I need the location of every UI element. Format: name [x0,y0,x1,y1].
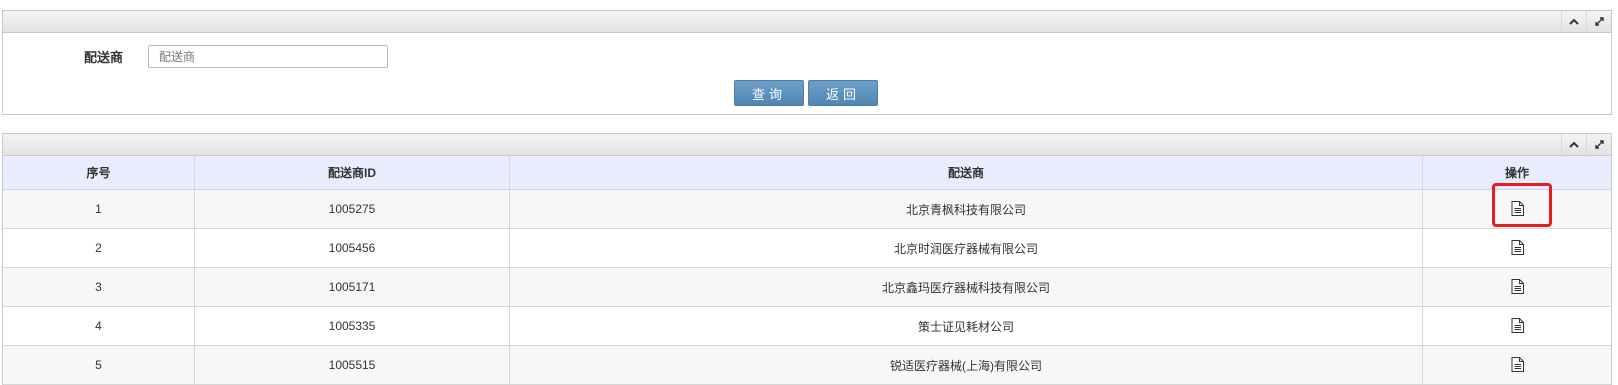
cell-action [1422,189,1611,229]
cell-seq: 2 [3,228,195,268]
table-row[interactable]: 4 1005335 策士证见耗材公司 [3,306,1611,346]
search-panel-header [3,11,1611,33]
distributor-table: 序号 配送商ID 配送商 操作 1 1005275 北京青枫科技有限公司 2 1… [3,156,1611,385]
cell-name: 策士证见耗材公司 [509,306,1423,346]
results-panel-header [3,134,1611,156]
distributor-label: 配送商 [84,50,124,65]
document-icon[interactable] [1511,201,1524,219]
cell-name: 北京鑫玛医疗器械科技有限公司 [509,267,1423,307]
document-icon[interactable] [1511,357,1524,375]
column-header-action[interactable]: 操作 [1422,156,1611,190]
cell-name: 北京时润医疗器械有限公司 [509,228,1423,268]
back-button[interactable]: 返回 [808,80,878,106]
cell-seq: 1 [3,189,195,229]
cell-name: 北京青枫科技有限公司 [509,189,1423,229]
results-panel: 序号 配送商ID 配送商 操作 1 1005275 北京青枫科技有限公司 2 1… [2,133,1612,385]
cell-seq: 4 [3,306,195,346]
table-row[interactable]: 2 1005456 北京时润医疗器械有限公司 [3,228,1611,268]
expand-icon[interactable] [1586,134,1611,155]
panel-tools [1561,134,1611,155]
cell-action [1422,267,1611,307]
column-header-seq[interactable]: 序号 [3,156,195,190]
column-header-name[interactable]: 配送商 [509,156,1423,190]
cell-seq: 5 [3,345,195,385]
cell-id: 1005456 [194,228,510,268]
collapse-icon[interactable] [1561,11,1586,32]
table-row[interactable]: 5 1005515 锐适医疗器械(上海)有限公司 [3,345,1611,385]
document-icon[interactable] [1511,318,1524,336]
cell-id: 1005275 [194,189,510,229]
document-icon[interactable] [1511,240,1524,258]
document-icon[interactable] [1511,279,1524,297]
cell-name: 锐适医疗器械(上海)有限公司 [509,345,1423,385]
query-button[interactable]: 查询 [734,80,804,106]
panel-tools [1561,11,1611,32]
table-row[interactable]: 1 1005275 北京青枫科技有限公司 [3,189,1611,229]
cell-seq: 3 [3,267,195,307]
cell-id: 1005171 [194,267,510,307]
distributor-input[interactable] [148,45,388,68]
cell-action [1422,228,1611,268]
table-row[interactable]: 3 1005171 北京鑫玛医疗器械科技有限公司 [3,267,1611,307]
table-header-row: 序号 配送商ID 配送商 操作 [3,156,1611,190]
expand-icon[interactable] [1586,11,1611,32]
cell-id: 1005515 [194,345,510,385]
cell-action [1422,345,1611,385]
collapse-icon[interactable] [1561,134,1586,155]
cell-action [1422,306,1611,346]
cell-id: 1005335 [194,306,510,346]
column-header-id[interactable]: 配送商ID [194,156,510,190]
